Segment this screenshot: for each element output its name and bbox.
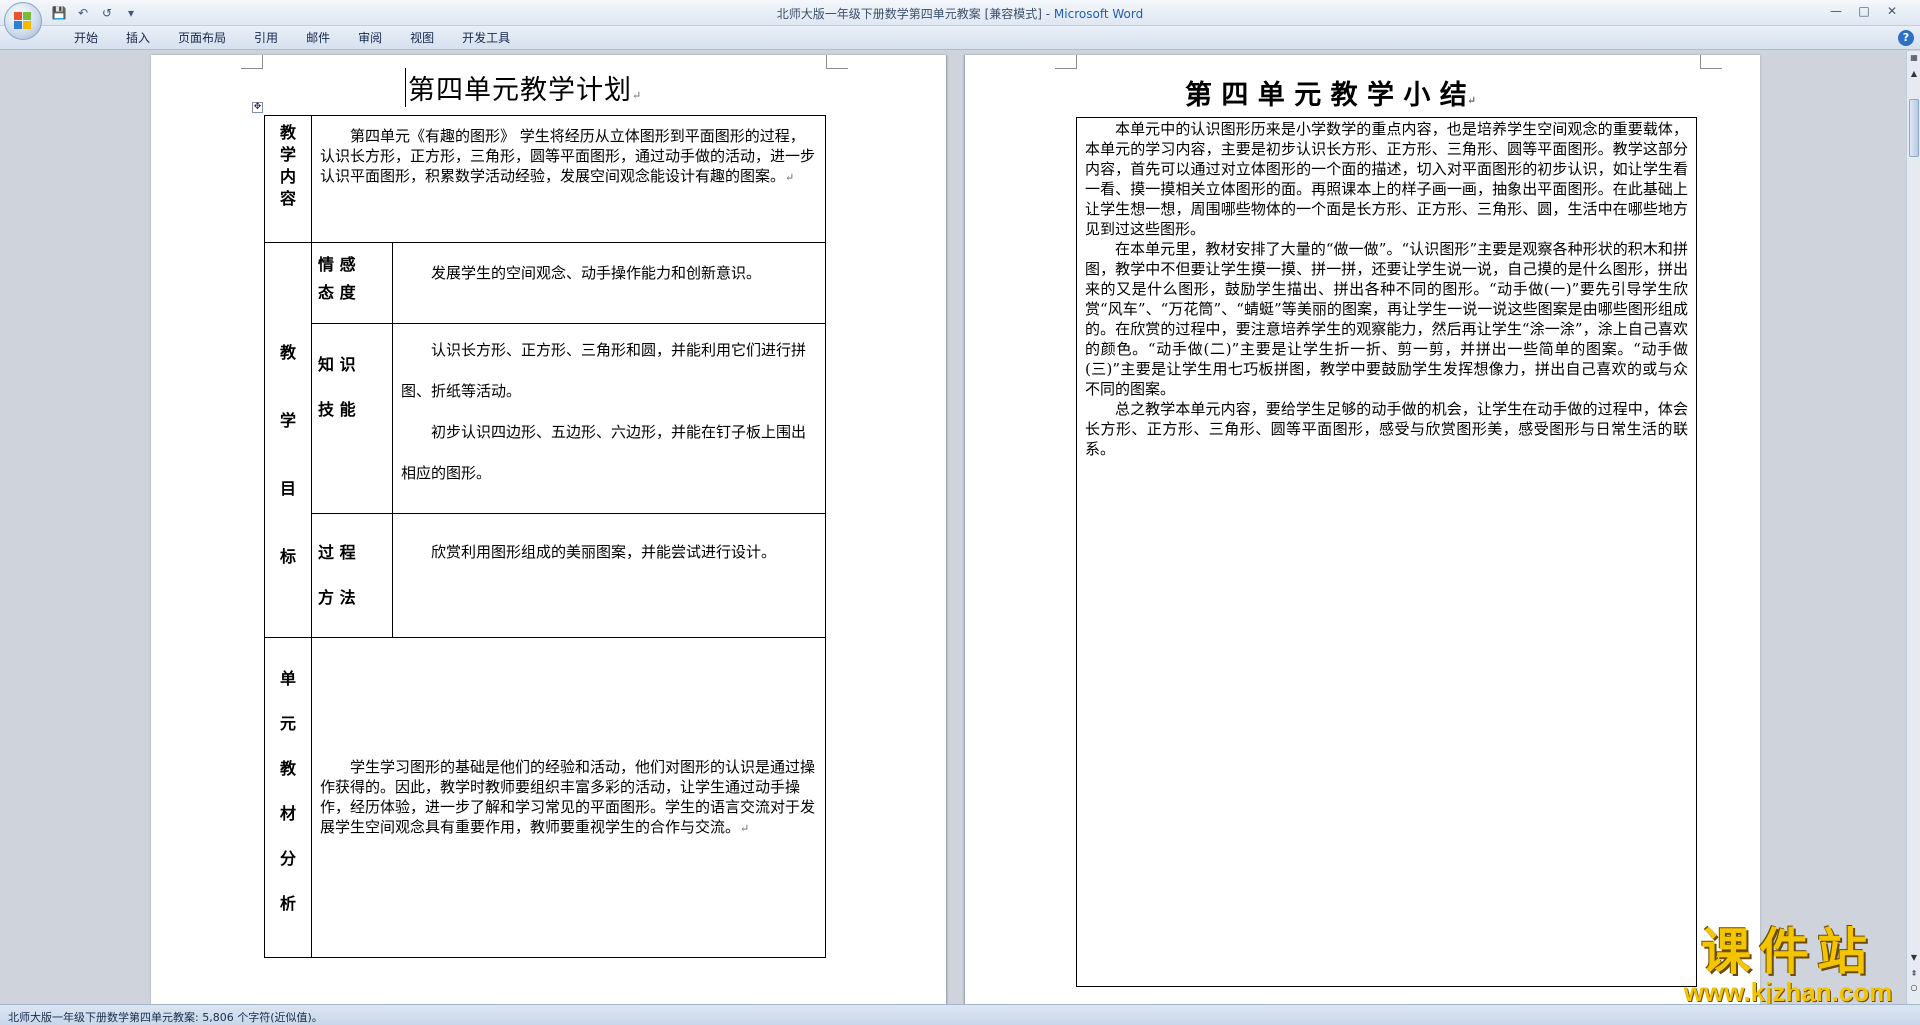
table-row: 过 程 方 法 欣赏利用图形组成的美丽图案，并能尝试进行设计。 bbox=[265, 513, 826, 638]
row-label-content: 教 学 内 容 bbox=[264, 115, 312, 243]
tab-view[interactable]: 视图 bbox=[396, 30, 448, 46]
tab-references[interactable]: 引用 bbox=[240, 30, 292, 46]
ruler-toggle-icon[interactable]: ▦ bbox=[1908, 51, 1920, 65]
crop-mark bbox=[241, 55, 263, 69]
scroll-down-icon[interactable]: ▼ bbox=[1908, 951, 1920, 965]
label-char: 教 bbox=[279, 123, 296, 142]
goal-label-process: 过 程 方 法 bbox=[311, 513, 393, 638]
summary-paragraph: 本单元中的认识图形历来是小学数学的重点内容，也是培养学生空间观念的重要载体，本单… bbox=[1085, 120, 1688, 238]
maximize-icon[interactable]: □ bbox=[1856, 3, 1872, 19]
window-title: 北师大版一年级下册数学第四单元教案 [兼容模式] - Microsoft Wor… bbox=[0, 5, 1920, 22]
page-title-text: 第四单元教学计划 bbox=[408, 75, 632, 106]
page-1[interactable]: 第四单元教学计划↵ ✥ 教 学 内 容 第四单元《有趣的图形》 学生将经历从立体… bbox=[151, 55, 947, 1004]
window-controls: — □ ✕ bbox=[1828, 3, 1900, 19]
help-icon[interactable]: ? bbox=[1898, 30, 1914, 46]
summary-paragraph: 总之教学本单元内容，要给学生足够的动手做的机会，让学生在动手做的过程中，体会长方… bbox=[1085, 400, 1688, 458]
row-label-goals: 教 学 目 标 bbox=[264, 242, 312, 638]
goal-label-line: 情 感 bbox=[318, 255, 356, 274]
table-row: 单 元 教 材 分 析 学生学习图形的基础是他们的经验和活动，他们对图形的认识是… bbox=[264, 637, 826, 958]
ribbon: 开始 插入 页面布局 引用 邮件 审阅 视图 开发工具 ? bbox=[0, 26, 1920, 50]
page-2[interactable]: 第 四 单 元 教 学 小 结↵ 本单元中的认识图形历来是小学数学的重点内容，也… bbox=[964, 55, 1760, 1004]
watermark-logo: 课件站 www.kjzhan.com bbox=[1668, 923, 1908, 1007]
table-row: 教 学 内 容 第四单元《有趣的图形》 学生将经历从立体图形到平面图形的过程，认… bbox=[264, 115, 826, 243]
table-row: 知 识 技 能 认识长方形、正方形、三角形和圆，并能利用它们进行拼图、折纸等活动… bbox=[265, 323, 826, 514]
page-title-text: 第 四 单 元 教 学 小 结 bbox=[1185, 80, 1467, 111]
goal-text-process[interactable]: 欣赏利用图形组成的美丽图案，并能尝试进行设计。 bbox=[392, 513, 826, 638]
page-title: 第四单元教学计划↵ bbox=[405, 68, 642, 107]
tab-review[interactable]: 审阅 bbox=[344, 30, 396, 46]
label-char: 析 bbox=[279, 894, 296, 913]
content-cell[interactable]: 第四单元《有趣的图形》 学生将经历从立体图形到平面图形的过程，认识长方形，正方形… bbox=[311, 115, 826, 243]
previous-page-icon[interactable]: ⇞ bbox=[1908, 967, 1920, 981]
label-char: 容 bbox=[279, 189, 296, 208]
summary-paragraph: 在本单元里，教材安排了大量的“做一做”。“认识图形”主要是观察各种形状的积木和拼… bbox=[1085, 240, 1688, 398]
tab-page-layout[interactable]: 页面布局 bbox=[164, 30, 240, 46]
summary-text-box[interactable]: 本单元中的认识图形历来是小学数学的重点内容，也是培养学生空间观念的重要载体，本单… bbox=[1076, 117, 1697, 987]
goal-text-emotion[interactable]: 发展学生的空间观念、动手操作能力和创新意识。 bbox=[392, 242, 826, 324]
goal-label-emotion: 情 感 态 度 bbox=[311, 242, 393, 324]
label-char: 材 bbox=[279, 804, 296, 823]
office-button[interactable] bbox=[4, 2, 42, 40]
app-name: Microsoft Word bbox=[1053, 7, 1144, 21]
lesson-plan-table[interactable]: 教 学 内 容 第四单元《有趣的图形》 学生将经历从立体图形到平面图形的过程，认… bbox=[264, 115, 826, 958]
word-count-status[interactable]: 北师大版一年级下册数学第四单元教案: 5,806 个字符(近似值)。 bbox=[8, 1009, 323, 1025]
label-char: 目 bbox=[279, 479, 296, 498]
goal-label-line: 态 度 bbox=[318, 283, 356, 302]
goal-label-line: 技 能 bbox=[318, 400, 356, 419]
goal-label-line: 知 识 bbox=[318, 355, 356, 374]
status-bar: 北师大版一年级下册数学第四单元教案: 5,806 个字符(近似值)。 bbox=[0, 1004, 1920, 1025]
watermark-text: 课件站 bbox=[1701, 923, 1875, 981]
page-title: 第 四 单 元 教 学 小 结↵ bbox=[1185, 80, 1477, 111]
label-char: 标 bbox=[279, 547, 296, 566]
label-char: 学 bbox=[279, 145, 296, 164]
crop-mark bbox=[1055, 55, 1077, 69]
table-row: 教 学 目 标 情 感 态 度 发展学生的空间观念、动手操作能力和创新意识。 bbox=[264, 242, 826, 638]
goal-label-line: 方 法 bbox=[318, 588, 356, 607]
tab-insert[interactable]: 插入 bbox=[112, 30, 164, 46]
content-text: 第四单元《有趣的图形》 学生将经历从立体图形到平面图形的过程，认识长方形，正方形… bbox=[320, 127, 816, 185]
label-char: 学 bbox=[279, 411, 296, 430]
row-label-analysis: 单 元 教 材 分 析 bbox=[264, 637, 312, 958]
scroll-thumb[interactable] bbox=[1909, 99, 1919, 157]
goal-label-line: 过 程 bbox=[318, 543, 356, 562]
office-logo-icon bbox=[14, 12, 32, 30]
ribbon-tabs: 开始 插入 页面布局 引用 邮件 审阅 视图 开发工具 bbox=[60, 30, 524, 46]
label-char: 教 bbox=[279, 343, 296, 362]
goal-text: 初步认识四边形、五边形、六边形，并能在钉子板上围出相应的图形。 bbox=[401, 423, 807, 482]
label-char: 分 bbox=[279, 849, 296, 868]
document-area[interactable]: 第四单元教学计划↵ ✥ 教 学 内 容 第四单元《有趣的图形》 学生将经历从立体… bbox=[0, 51, 1906, 1004]
title-bar: 💾 ↶ ↺ ▾ 北师大版一年级下册数学第四单元教案 [兼容模式] - Micro… bbox=[0, 0, 1920, 26]
crop-mark bbox=[1700, 55, 1722, 69]
tab-mailings[interactable]: 邮件 bbox=[292, 30, 344, 46]
goal-text: 发展学生的空间观念、动手操作能力和创新意识。 bbox=[431, 264, 762, 282]
analysis-cell[interactable]: 学生学习图形的基础是他们的经验和活动，他们对图形的认识是通过操作获得的。因此，教… bbox=[311, 637, 826, 958]
tab-home[interactable]: 开始 bbox=[60, 30, 112, 46]
table-move-handle[interactable]: ✥ bbox=[252, 102, 263, 113]
goal-label-knowledge: 知 识 技 能 bbox=[311, 323, 393, 514]
label-char: 内 bbox=[279, 167, 296, 186]
tab-developer[interactable]: 开发工具 bbox=[448, 30, 524, 46]
close-icon[interactable]: ✕ bbox=[1884, 3, 1900, 19]
label-char: 教 bbox=[279, 759, 296, 778]
watermark-url: www.kjzhan.com bbox=[1683, 977, 1893, 1007]
goal-text: 欣赏利用图形组成的美丽图案，并能尝试进行设计。 bbox=[431, 543, 777, 561]
label-char: 单 bbox=[279, 669, 296, 688]
minimize-icon[interactable]: — bbox=[1828, 3, 1844, 19]
document-title: 北师大版一年级下册数学第四单元教案 [兼容模式] - bbox=[776, 7, 1054, 21]
crop-mark bbox=[826, 55, 848, 69]
label-char: 元 bbox=[279, 714, 296, 733]
goal-text-knowledge[interactable]: 认识长方形、正方形、三角形和圆，并能利用它们进行拼图、折纸等活动。 初步认识四边… bbox=[392, 323, 826, 514]
scroll-up-icon[interactable]: ▲ bbox=[1908, 67, 1920, 81]
goal-text: 认识长方形、正方形、三角形和圆，并能利用它们进行拼图、折纸等活动。 bbox=[401, 341, 807, 400]
select-browse-object-icon[interactable]: ○ bbox=[1908, 981, 1920, 995]
vertical-scrollbar[interactable]: ▦ ▲ ▼ ⇞ ○ bbox=[1906, 51, 1920, 1004]
